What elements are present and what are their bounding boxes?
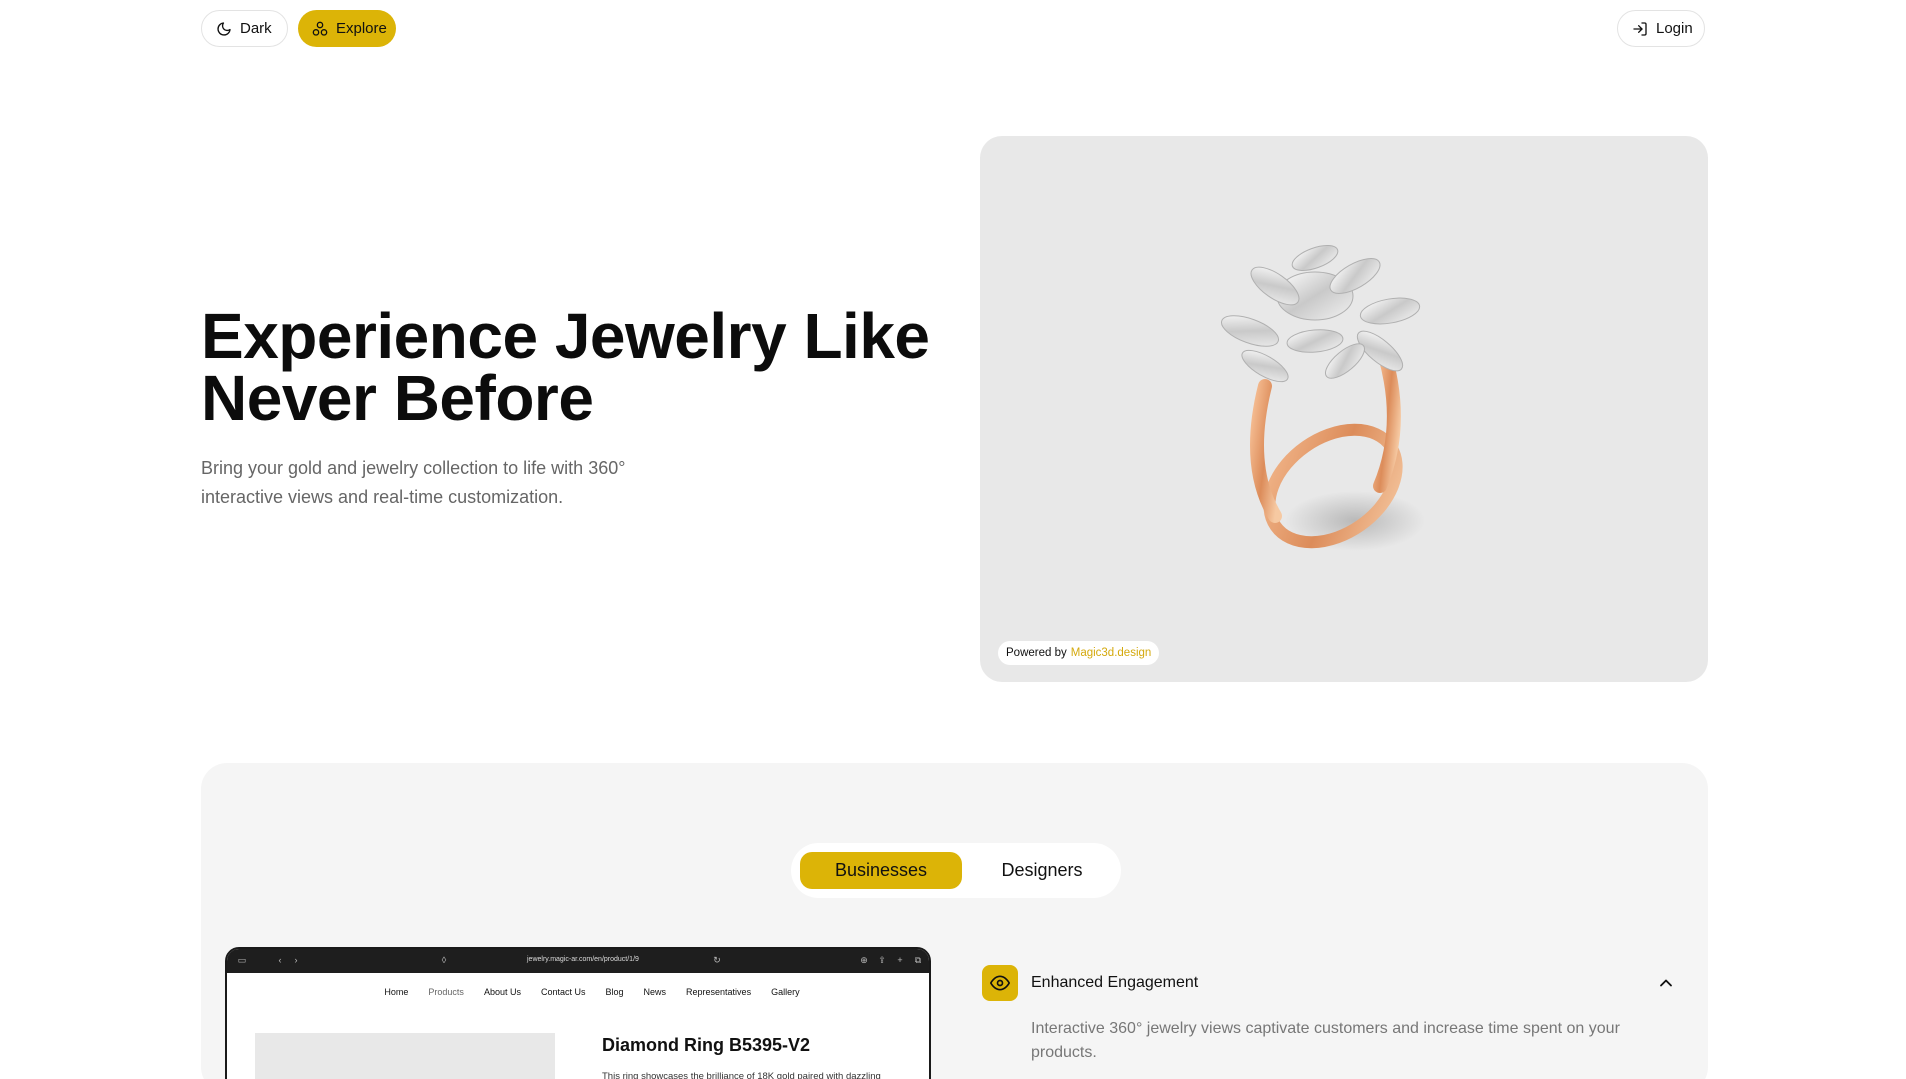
forward-icon: ›: [294, 955, 298, 965]
explore-button[interactable]: Explore: [298, 10, 396, 47]
site-nav-about: About Us: [483, 987, 521, 997]
download-icon: ⊕: [860, 955, 868, 965]
reload-icon: ↻: [713, 955, 721, 965]
hero-title-line2: Never Before: [201, 362, 594, 434]
explore-label: Explore: [336, 20, 387, 37]
feature-icon-box: [982, 965, 1018, 1001]
hero-subtitle-line2: interactive views and real-time customiz…: [201, 487, 564, 507]
powered-by-badge: Powered by Magic3d.design: [998, 641, 1160, 665]
feature-description: Interactive 360° jewelry views captivate…: [1031, 1020, 1620, 1061]
tabs-icon: ⧉: [914, 955, 922, 965]
powered-by-link[interactable]: Magic3d.design: [1071, 647, 1152, 659]
back-icon: ‹: [278, 955, 282, 965]
new-tab-icon: +: [897, 955, 903, 965]
browser-toolbar: ▭ ‹ › ◊ jewelry.magic-ar.com/en/product/…: [227, 949, 929, 973]
shapes-icon: [312, 21, 328, 36]
product-description: This ring showcases the brilliance of 18…: [602, 1071, 881, 1079]
feature-title: Enhanced Engagement: [1031, 974, 1199, 991]
audience-section: Businesses Designers ▭ ‹ › ◊ jewelry.mag…: [201, 763, 1708, 1079]
product-title: Diamond Ring B5395-V2: [602, 1035, 811, 1055]
browser-preview: ▭ ‹ › ◊ jewelry.magic-ar.com/en/product/…: [225, 947, 931, 1079]
dark-label: Dark: [240, 20, 272, 37]
browser-url: jewelry.magic-ar.com/en/product/1/9: [527, 956, 639, 963]
site-nav-home: Home: [384, 987, 409, 997]
eye-icon: [990, 975, 1010, 991]
hero-subtitle-line1: Bring your gold and jewelry collection t…: [201, 458, 626, 478]
shield-icon: ◊: [441, 955, 447, 965]
share-icon: ⇪: [878, 955, 886, 965]
ring-image: [1221, 245, 1425, 551]
site-nav-representatives: Representatives: [686, 987, 752, 997]
tab-designers[interactable]: Designers: [972, 852, 1112, 889]
powered-by-text: Powered by: [1006, 647, 1067, 659]
product-image-placeholder: [255, 1033, 555, 1079]
site-nav-products: Products: [428, 987, 464, 997]
site-nav-gallery: Gallery: [771, 987, 800, 997]
site-nav-news: News: [643, 987, 667, 997]
site-nav-contact: Contact Us: [540, 987, 586, 997]
dark-mode-toggle[interactable]: Dark: [201, 10, 288, 47]
moon-icon: [217, 21, 231, 36]
login-label: Login: [1656, 20, 1693, 37]
login-button[interactable]: Login: [1617, 10, 1705, 47]
hero-title: Experience Jewelry Like Never Before: [201, 304, 961, 430]
login-icon: [1633, 21, 1647, 36]
site-nav-blog: Blog: [605, 987, 624, 997]
chevron-up-icon[interactable]: [1656, 973, 1676, 993]
audience-tabs: Businesses Designers: [791, 843, 1121, 898]
site-nav: Home Products About Us Contact Us Blog N…: [227, 987, 929, 997]
top-nav: Dark Explore Login: [201, 10, 1705, 47]
sidebar-icon: ▭: [237, 955, 247, 965]
hero-subtitle: Bring your gold and jewelry collection t…: [201, 454, 701, 512]
tab-businesses[interactable]: Businesses: [800, 852, 962, 889]
jewelry-3d-viewer[interactable]: Powered by Magic3d.design: [980, 136, 1708, 682]
